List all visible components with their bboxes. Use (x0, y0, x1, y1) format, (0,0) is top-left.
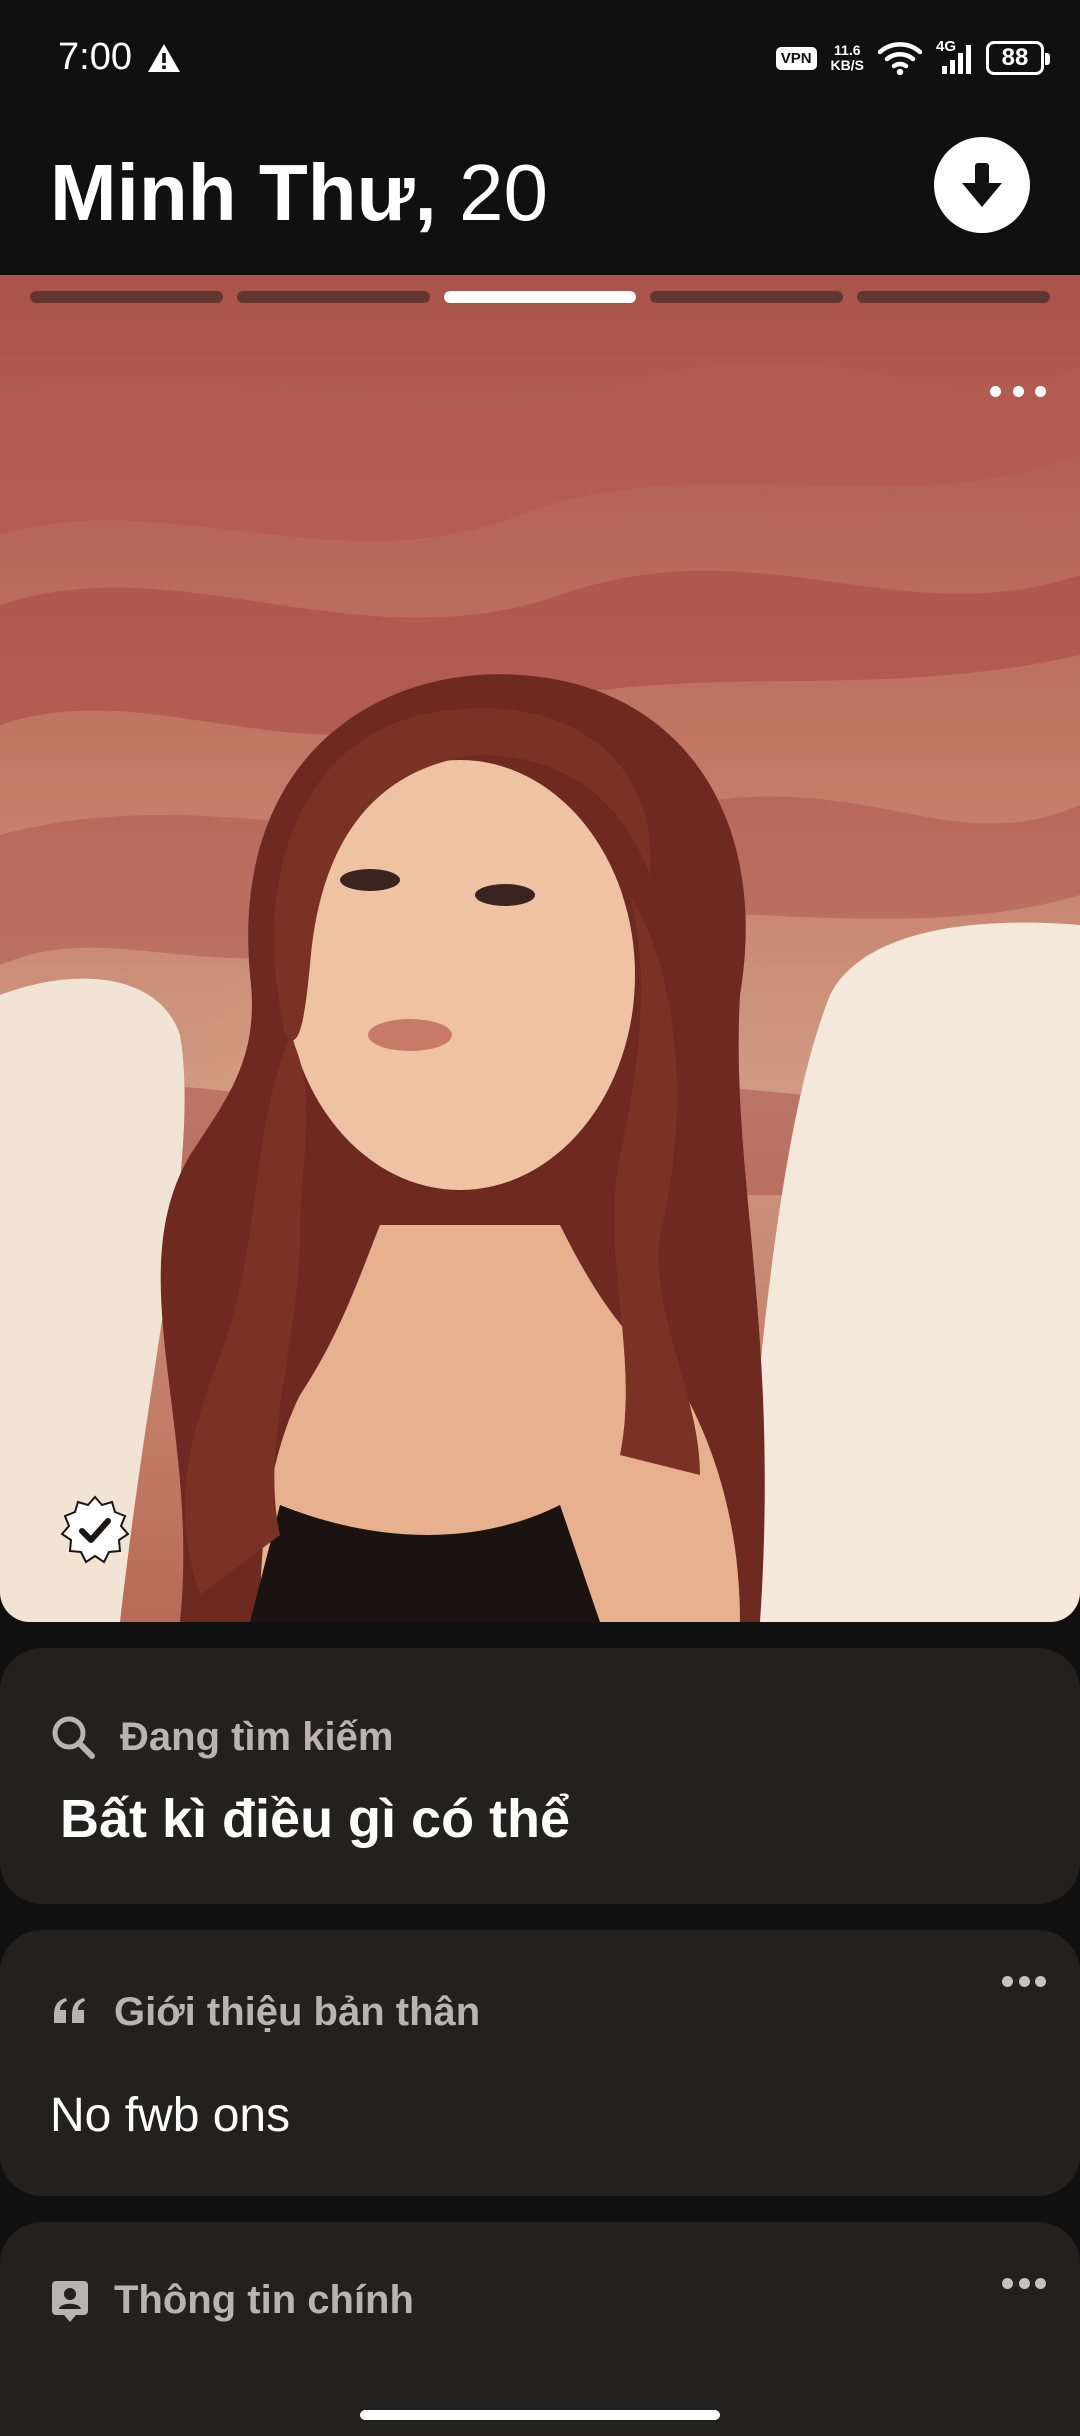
cellular-signal: 4G (936, 38, 972, 76)
battery-level: 88 (1001, 44, 1029, 71)
profile-card-icon (52, 2280, 88, 2322)
photo-progress-segment (650, 291, 844, 303)
status-time: 7:00 (58, 36, 132, 78)
looking-for-value: Bất kì điều gì có thể (60, 1789, 571, 1849)
basics-label: Thông tin chính (114, 2278, 414, 2322)
more-icon-dot (1002, 1976, 1013, 1987)
basics-header: Thông tin chính (50, 2278, 414, 2323)
quote-icon (54, 1997, 85, 2023)
basics-card: Thông tin chính (0, 2222, 1080, 2436)
about-card: Giới thiệu bản thân No fwb ons (0, 1930, 1080, 2196)
about-header: Giới thiệu bản thân (50, 1990, 480, 2035)
looking-for-header: Đang tìm kiếm (50, 1714, 393, 1760)
battery-indicator: 88 (986, 41, 1050, 75)
more-icon-dot (1035, 385, 1046, 397)
wifi-icon (878, 42, 922, 76)
status-icons: VPN 11.6 KB/S 4G 88 (775, 36, 1050, 80)
network-speed: 11.6 KB/S (831, 43, 864, 73)
about-label: Giới thiệu bản thân (114, 1990, 481, 2034)
photo-more-button[interactable] (990, 379, 1046, 403)
about-more-button[interactable] (1002, 1976, 1046, 1988)
more-icon-dot (990, 385, 1001, 397)
profile-header: Minh Thư, 20 (0, 115, 1080, 275)
looking-for-label: Đang tìm kiếm (120, 1714, 394, 1759)
profile-photo[interactable] (0, 275, 1080, 1622)
photo-progress-bar (30, 291, 1050, 303)
basics-more-button[interactable] (1002, 2278, 1046, 2290)
vpn-badge: VPN (775, 46, 817, 70)
status-bar: 7:00 VPN 11.6 KB/S 4G 88 (0, 0, 1080, 115)
photo-progress-segment (857, 291, 1050, 303)
signal-icon (942, 45, 971, 74)
more-icon-dot (1018, 1976, 1030, 1987)
warning-icon (148, 44, 180, 72)
home-indicator[interactable] (360, 2410, 720, 2420)
more-icon-dot (1018, 2278, 1030, 2289)
photo-progress-segment (30, 291, 223, 303)
photo-illustration (0, 362, 1080, 1622)
profile-name: Minh Thư, (50, 148, 437, 237)
more-icon-dot (1035, 1976, 1046, 1987)
profile-title: Minh Thư, 20 (50, 147, 548, 239)
search-icon (52, 1716, 95, 1759)
looking-for-card: Đang tìm kiếm Bất kì điều gì có thể (0, 1648, 1080, 1904)
photo-progress-segment-active (443, 291, 637, 303)
network-speed-value: 11.6 (834, 42, 861, 58)
arrow-down-icon (962, 163, 1002, 207)
more-icon-dot (1012, 385, 1024, 397)
verified-badge-icon[interactable] (60, 1495, 130, 1565)
collapse-profile-button[interactable] (934, 137, 1030, 233)
more-icon-dot (1035, 2278, 1046, 2289)
about-value: No fwb ons (50, 2089, 291, 2142)
photo-progress-segment (236, 291, 430, 303)
network-speed-unit: KB/S (830, 57, 864, 73)
more-icon-dot (1002, 2278, 1013, 2289)
profile-age: 20 (458, 148, 548, 237)
